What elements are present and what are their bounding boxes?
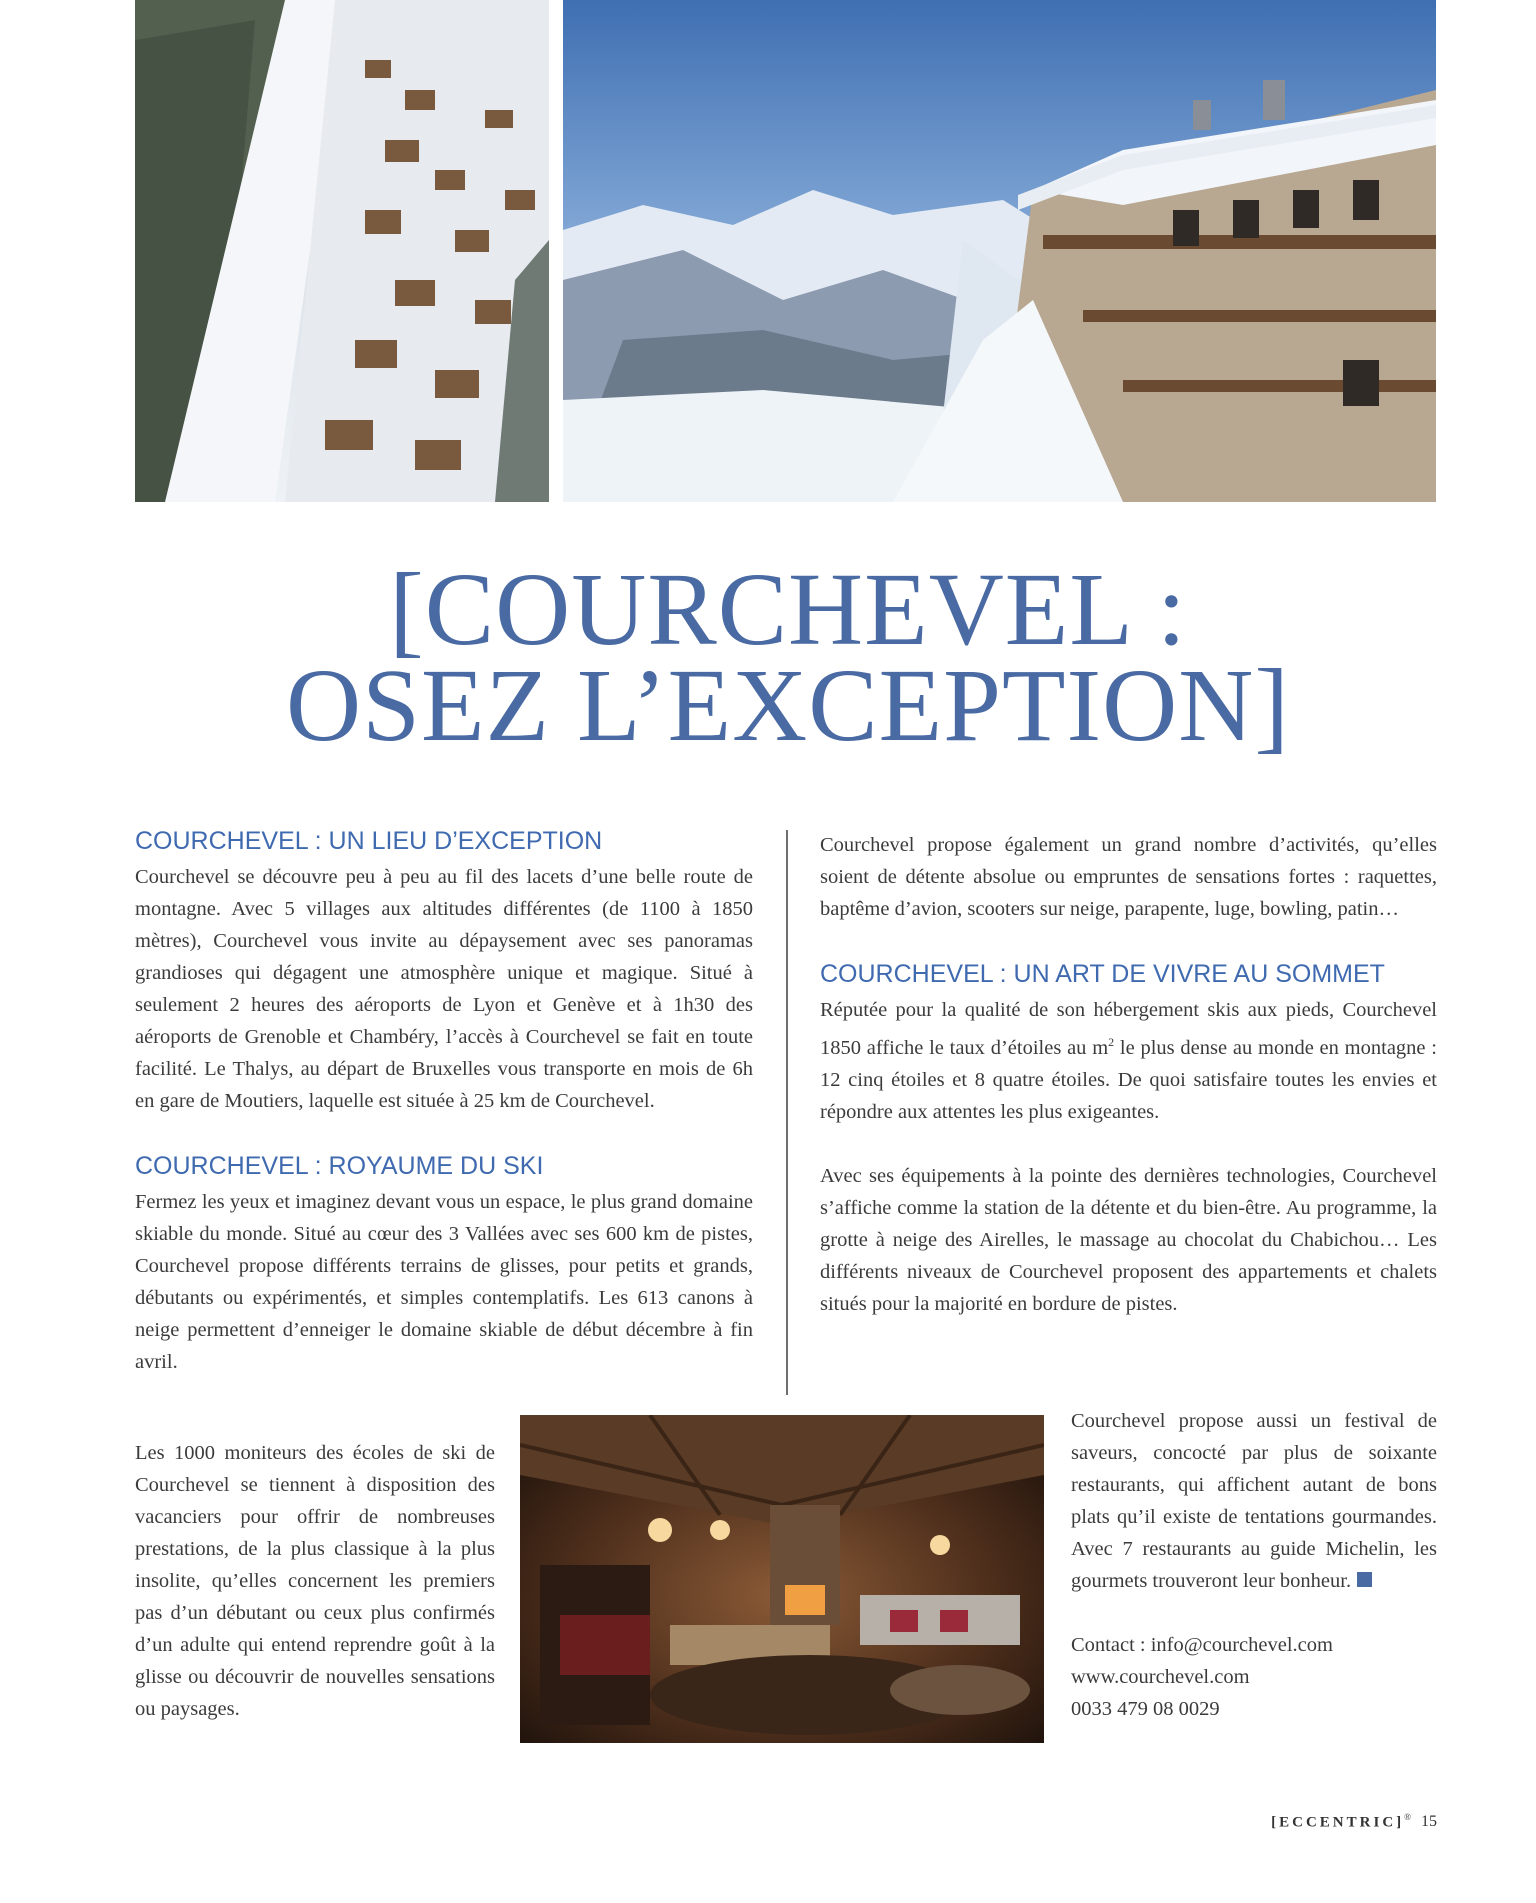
gastronomy-block: Courchevel propose aussi un festival de … <box>1071 1405 1437 1725</box>
contact-phone: 0033 479 08 0029 <box>1071 1698 1220 1720</box>
ski-instructors-block: Les 1000 moniteurs des écoles de ski de … <box>135 1437 495 1725</box>
mountain-chalet-photo <box>563 0 1436 502</box>
magazine-brand: [ECCENTRIC] <box>1271 1814 1405 1831</box>
section-heading-art-de-vivre: COURCHEVEL : UN ART DE VIVRE AU SOMMET <box>820 960 1385 988</box>
page-title-line1: [COURCHEVEL : <box>389 552 1187 667</box>
registered-mark: ® <box>1404 1812 1411 1822</box>
ski-instructors-paragraph: Les 1000 moniteurs des écoles de ski de … <box>135 1442 495 1720</box>
column-divider <box>786 830 788 1395</box>
right-column: Courchevel propose également un grand no… <box>820 829 1437 1320</box>
section-body-ski: Fermez les yeux et imaginez devant vous … <box>135 1191 753 1373</box>
gastronomy-paragraph: Courchevel propose aussi un festival de … <box>1071 1410 1437 1592</box>
page-title-line2: OSEZ L’EXCEPTION] <box>286 648 1290 763</box>
end-of-article-square-icon <box>1357 1572 1373 1587</box>
page-number: 15 <box>1421 1813 1437 1831</box>
section-heading-lieu: COURCHEVEL : UN LIEU D’EXCEPTION <box>135 827 603 855</box>
section-body-lieu: Courchevel se découvre peu à peu au fil … <box>135 866 753 1112</box>
village-aerial-photo <box>135 0 549 502</box>
chalet-lounge-photo <box>520 1415 1044 1743</box>
section-heading-ski: COURCHEVEL : ROYAUME DU SKI <box>135 1152 544 1180</box>
contact-email: Contact : info@courchevel.com <box>1071 1634 1333 1656</box>
wellness-paragraph: Avec ses équipements à la pointe des der… <box>820 1164 1437 1315</box>
activities-paragraph: Courchevel propose également un grand no… <box>820 834 1437 920</box>
section-body-art-de-vivre: Réputée pour la qualité de son hébergeme… <box>820 999 1437 1123</box>
left-column: COURCHEVEL : UN LIEU D’EXCEPTION Courche… <box>135 824 753 1378</box>
contact-website: www.courchevel.com <box>1071 1666 1250 1688</box>
page-footer: [ECCENTRIC]® 15 <box>1271 1812 1437 1831</box>
